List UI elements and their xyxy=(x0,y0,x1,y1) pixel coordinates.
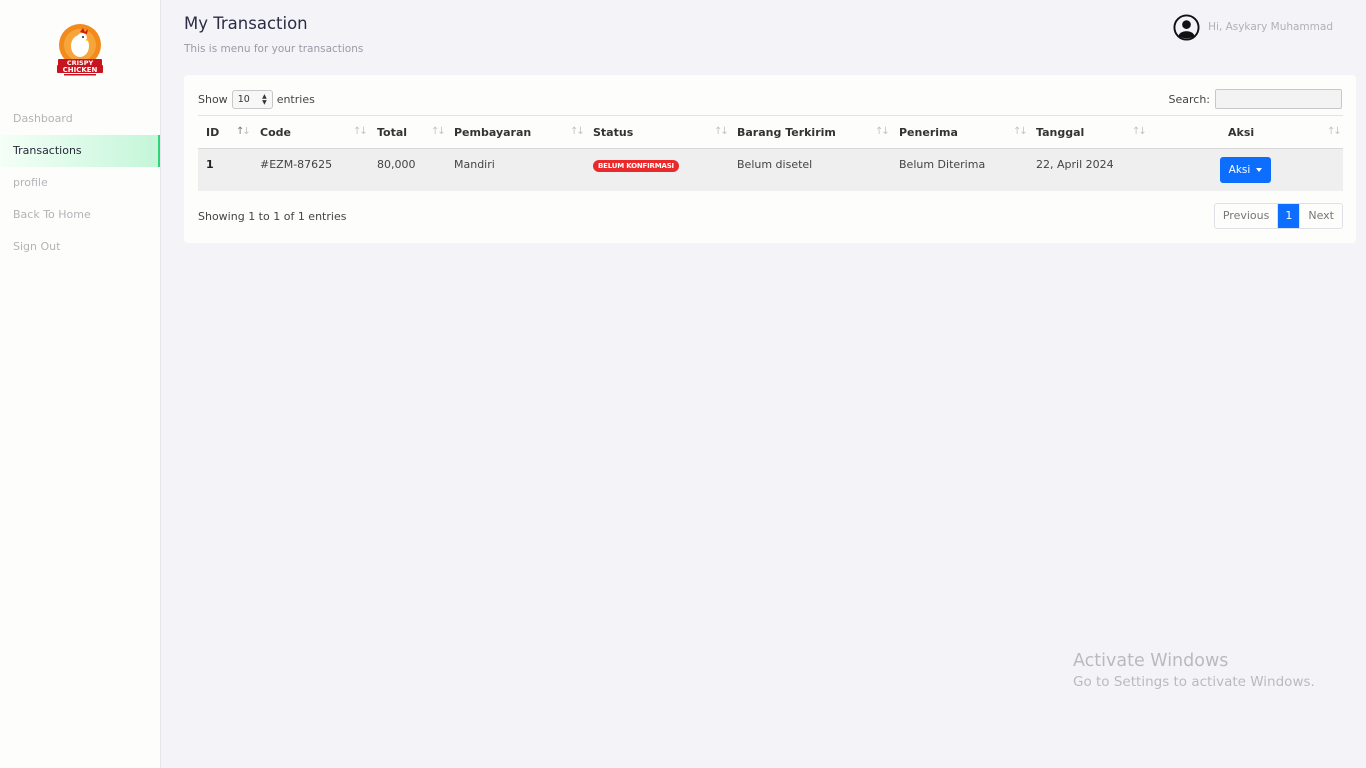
caret-down-icon xyxy=(1256,168,1263,172)
cell-id: 1 xyxy=(206,158,214,171)
sidebar: CRISPY CHICKEN Dashboard Transactions pr… xyxy=(0,0,161,768)
sidebar-item-sign-out[interactable]: Sign Out xyxy=(0,231,160,263)
sidebar-item-transactions[interactable]: Transactions xyxy=(0,135,160,167)
select-arrows-icon: ▲ ▼ xyxy=(262,93,267,106)
column-header-status[interactable]: Status xyxy=(593,116,633,149)
search-label: Search: xyxy=(1168,92,1211,106)
windows-activation-watermark: Activate Windows Go to Settings to activ… xyxy=(1073,651,1315,690)
page-length-value: 10 xyxy=(237,94,250,105)
transactions-table: ID ↑↓ Code ↑↓ Total ↑↓ Pembayaran ↑↓ Sta… xyxy=(198,115,1343,191)
aksi-button-label: Aksi xyxy=(1228,164,1251,176)
user-greeting: Hi, Asykary Muhammad xyxy=(1208,21,1333,33)
sort-icon[interactable]: ↑↓ xyxy=(1132,116,1147,149)
cell-barang-terkirim: Belum disetel xyxy=(737,158,813,171)
column-header-pembayaran[interactable]: Pembayaran xyxy=(454,116,531,149)
column-header-tanggal[interactable]: Tanggal xyxy=(1036,116,1084,149)
column-header-penerima[interactable]: Penerima xyxy=(899,116,958,149)
sidebar-nav: Dashboard Transactions profile Back To H… xyxy=(0,103,160,263)
entries-label: entries xyxy=(276,93,315,106)
sort-icon[interactable]: ↑↓ xyxy=(431,116,446,149)
cell-total: 80,000 xyxy=(377,158,416,171)
user-circle-icon xyxy=(1173,13,1200,41)
pagination-next[interactable]: Next xyxy=(1299,204,1342,228)
column-header-barang-terkirim[interactable]: Barang Terkirim xyxy=(737,116,836,149)
aksi-dropdown-button[interactable]: Aksi xyxy=(1220,157,1271,183)
sort-icon[interactable]: ↑↓ xyxy=(353,116,368,149)
sort-icon[interactable]: ↑↓ xyxy=(1013,116,1028,149)
brand-logo[interactable]: CRISPY CHICKEN xyxy=(56,24,104,76)
column-header-aksi[interactable]: Aksi xyxy=(1228,116,1254,149)
table-header: ID ↑↓ Code ↑↓ Total ↑↓ Pembayaran ↑↓ Sta… xyxy=(198,115,1343,149)
sort-asc-icon[interactable]: ↑↓ xyxy=(236,116,251,149)
sort-icon[interactable]: ↑↓ xyxy=(1327,116,1342,149)
page-length-select[interactable]: 10 ▲ ▼ xyxy=(231,90,273,109)
page-subtitle: This is menu for your transactions xyxy=(184,43,364,55)
watermark-subtitle: Go to Settings to activate Windows. xyxy=(1073,674,1315,690)
column-header-code[interactable]: Code xyxy=(260,116,291,149)
table-info: Showing 1 to 1 of 1 entries xyxy=(198,210,347,223)
status-badge: BELUM KONFIRMASI xyxy=(593,160,679,172)
search-input[interactable] xyxy=(1215,89,1342,109)
pagination: Previous 1 Next xyxy=(1213,203,1343,229)
show-label: Show xyxy=(198,93,228,106)
sort-icon[interactable]: ↑↓ xyxy=(875,116,890,149)
logo-text-bottom: CHICKEN xyxy=(63,66,98,74)
table-row: 1 #EZM-87625 80,000 Mandiri BELUM KONFIR… xyxy=(198,149,1343,191)
cell-tanggal: 22, April 2024 xyxy=(1036,158,1114,171)
sidebar-item-back-to-home[interactable]: Back To Home xyxy=(0,199,160,231)
column-header-total[interactable]: Total xyxy=(377,116,407,149)
pagination-previous[interactable]: Previous xyxy=(1215,204,1279,228)
transactions-card: Show 10 ▲ ▼ entries Search: ID ↑↓ Code ↑↓… xyxy=(184,75,1356,243)
page-title: My Transaction xyxy=(184,14,308,33)
sidebar-item-dashboard[interactable]: Dashboard xyxy=(0,103,160,135)
sort-icon[interactable]: ↑↓ xyxy=(570,116,585,149)
sidebar-item-profile[interactable]: profile xyxy=(0,167,160,199)
column-header-id[interactable]: ID xyxy=(206,116,219,149)
page-length-control: Show 10 ▲ ▼ entries xyxy=(198,90,315,109)
watermark-title: Activate Windows xyxy=(1073,651,1229,671)
cell-code: #EZM-87625 xyxy=(260,158,333,171)
cell-penerima: Belum Diterima xyxy=(899,158,986,171)
sort-icon[interactable]: ↑↓ xyxy=(714,116,729,149)
user-menu[interactable]: Hi, Asykary Muhammad xyxy=(1173,13,1333,41)
pagination-page-current[interactable]: 1 xyxy=(1278,204,1300,228)
table-search: Search: xyxy=(1168,89,1342,109)
cell-pembayaran: Mandiri xyxy=(454,158,495,171)
